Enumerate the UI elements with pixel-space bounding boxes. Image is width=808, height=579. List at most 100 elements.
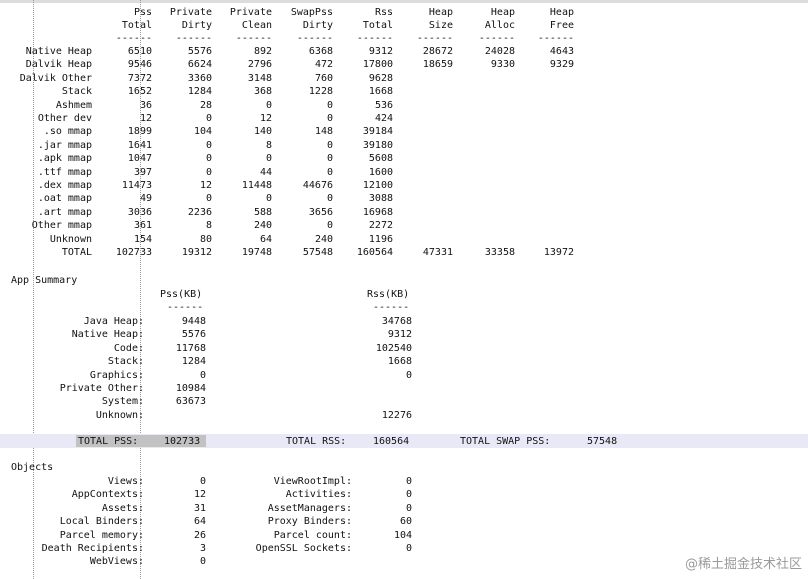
object-value: 0	[199, 476, 206, 487]
table-cell: 11473	[121, 180, 152, 191]
table-cell: 424	[374, 113, 393, 124]
table-cell: 7372	[127, 72, 152, 84]
object-value: 0	[199, 556, 206, 568]
total-pss-value: 102733	[164, 436, 201, 447]
table-cell: 1899	[127, 126, 152, 138]
object-value: 12	[193, 489, 206, 501]
table-cell: 11448	[241, 180, 272, 191]
table-cell: 5608	[368, 153, 393, 165]
column-header: Rss	[374, 7, 393, 18]
object-label: Views:	[107, 476, 144, 487]
table-cell: 9628	[368, 72, 393, 84]
row-label: .jar mmap	[37, 139, 92, 151]
column-header: ------	[115, 33, 152, 44]
table-cell: 36	[139, 99, 152, 111]
table-cell: 0	[326, 139, 333, 151]
row-label: Stack	[61, 86, 92, 98]
table-cell: 0	[326, 193, 333, 205]
table-cell: 0	[326, 153, 333, 165]
total-swap-label: TOTAL SWAP PSS:	[460, 436, 551, 447]
column-header: Total	[121, 20, 152, 31]
column-header: ------	[373, 302, 410, 313]
column-header: Pss	[133, 7, 152, 18]
object-value: 64	[193, 516, 206, 528]
column-header: Size	[428, 20, 453, 31]
table-cell: 39184	[362, 126, 393, 138]
summary-label: Stack:	[107, 356, 144, 368]
table-cell: 0	[326, 113, 333, 124]
table-cell: 0	[205, 153, 212, 165]
summary-rss: 0	[405, 369, 412, 381]
column-header: ------	[478, 33, 515, 44]
table-cell: 760	[314, 72, 333, 84]
table-cell: 39180	[362, 139, 393, 151]
table-cell: 19312	[181, 247, 212, 258]
row-label: Other dev	[37, 113, 92, 124]
column-header: ------	[356, 33, 393, 44]
row-label: TOTAL	[61, 247, 92, 258]
table-cell: 0	[326, 99, 333, 111]
column-header: Dirty	[302, 20, 333, 31]
summary-label: Native Heap:	[71, 329, 144, 341]
table-cell: 0	[265, 153, 272, 165]
table-cell: 0	[265, 193, 272, 205]
row-label: .apk mmap	[37, 153, 92, 165]
summary-label: Private Other:	[59, 383, 144, 394]
object-value: 0	[405, 489, 412, 501]
table-cell: 104	[193, 126, 212, 138]
table-cell: 0	[326, 220, 333, 232]
table-cell: 17800	[362, 59, 393, 71]
table-cell: 9329	[549, 59, 574, 71]
total-swap-value: 57548	[587, 436, 618, 447]
summary-label: Graphics:	[89, 369, 144, 381]
table-cell: 28672	[422, 46, 453, 57]
object-value: 0	[405, 543, 412, 554]
table-cell: 1641	[127, 139, 152, 151]
column-header: Rss(KB)	[367, 289, 410, 300]
table-cell: 12	[139, 113, 152, 124]
object-label: ViewRootImpl:	[273, 476, 352, 487]
object-label: WebViews:	[89, 556, 144, 568]
object-label: Death Recipients:	[41, 543, 144, 554]
table-cell: 148	[314, 126, 333, 138]
table-cell: 6368	[308, 46, 333, 57]
table-cell: 0	[205, 193, 212, 205]
summary-rss: 9312	[387, 329, 412, 341]
table-cell: 536	[374, 99, 393, 111]
column-header: Dirty	[181, 20, 212, 31]
column-header: Free	[549, 20, 574, 31]
table-cell: 0	[205, 166, 212, 178]
table-cell: 6624	[187, 59, 212, 71]
table-cell: 1196	[368, 233, 393, 245]
table-cell: 1668	[368, 86, 393, 98]
summary-label: Unknown:	[95, 409, 144, 421]
table-cell: 1652	[127, 86, 152, 98]
table-cell: 361	[133, 220, 152, 232]
table-cell: 16968	[362, 206, 393, 218]
table-cell: 5576	[187, 46, 212, 57]
object-label: Assets:	[101, 502, 144, 514]
column-header: Clean	[241, 20, 272, 31]
object-value: 0	[405, 476, 412, 487]
object-value: 60	[399, 516, 412, 528]
table-cell: 3148	[247, 72, 272, 84]
row-label: Other mmap	[31, 220, 92, 232]
table-cell: 102733	[115, 247, 152, 258]
table-cell: 2272	[368, 220, 393, 232]
table-cell: 2236	[187, 206, 212, 218]
column-header: Pss(KB)	[160, 289, 203, 300]
table-cell: 6510	[127, 46, 152, 57]
table-cell: 13972	[543, 247, 574, 258]
table-cell: 3088	[368, 193, 393, 205]
row-label: .ttf mmap	[37, 166, 92, 178]
table-cell: 9312	[368, 46, 393, 57]
object-label: OpenSSL Sockets:	[255, 543, 352, 554]
table-cell: 240	[253, 220, 272, 232]
table-cell: 47331	[422, 247, 453, 258]
summary-rss: 102540	[375, 342, 412, 354]
section-title: Objects	[11, 462, 54, 473]
object-label: AppContexts:	[71, 489, 144, 501]
table-cell: 8	[265, 139, 272, 151]
object-label: Parcel memory:	[59, 529, 144, 541]
column-header: ------	[167, 302, 204, 313]
